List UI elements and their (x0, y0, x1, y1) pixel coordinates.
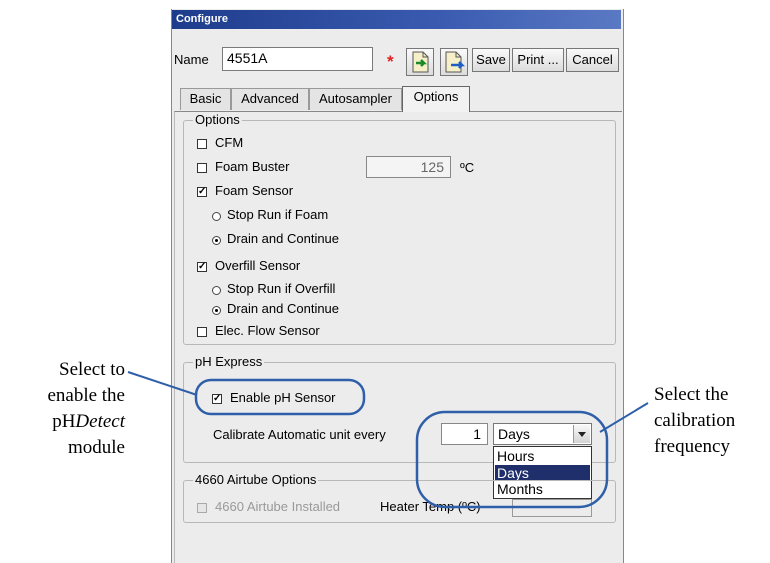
detect-italic: Detect (75, 411, 125, 432)
right-callout-line-2: calibration (654, 410, 736, 431)
left-callout-line-4: module (68, 437, 125, 458)
left-callout-line-2: enable the (47, 385, 125, 406)
right-callout-line-3: frequency (654, 436, 730, 457)
right-callout-line-1: Select the (654, 384, 729, 405)
enable-ph-highlight (194, 378, 366, 416)
left-callout-line-1: Select to (59, 359, 125, 380)
left-callout-line (127, 371, 198, 396)
right-callout-line (599, 402, 649, 433)
ph-prefix: pH (52, 411, 76, 432)
callout-overlay (127, 371, 649, 509)
calibration-highlight (415, 410, 609, 509)
left-callout-line-3: pHDetect (13, 409, 125, 435)
